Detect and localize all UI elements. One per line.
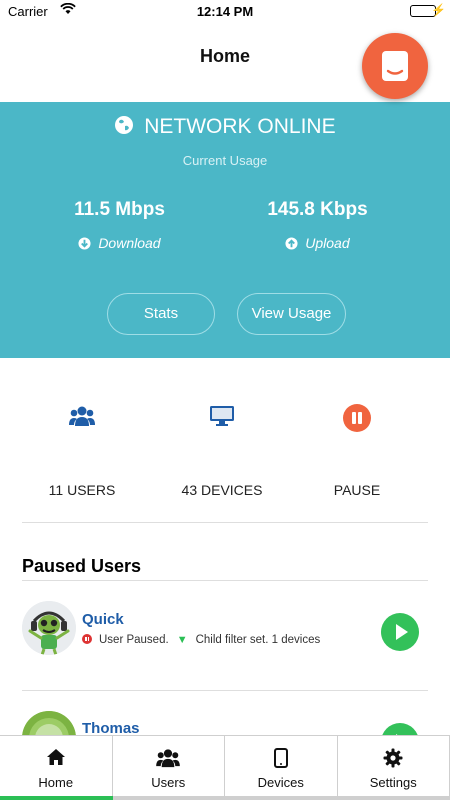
users-shortcut[interactable]: 11 USERS xyxy=(7,405,157,498)
tab-settings[interactable]: Settings xyxy=(338,736,450,800)
tab-label: Settings xyxy=(369,775,417,790)
tab-label: Devices xyxy=(257,775,304,790)
tab-users[interactable]: Users xyxy=(113,736,225,800)
stats-button[interactable]: Stats xyxy=(107,293,215,335)
resume-button[interactable] xyxy=(381,613,419,651)
list-item[interactable]: Quick User Paused. ▼ Child filter set. 1 d… xyxy=(0,581,450,691)
network-status-panel: NETWORK ONLINE Current Usage 11.5 Mbps D… xyxy=(0,102,450,358)
upload-label-row: Upload xyxy=(205,235,430,251)
upload-value: 145.8 Kbps xyxy=(267,199,368,220)
upload-metric: 145.8 Kbps Upload xyxy=(205,199,430,251)
pause-label: PAUSE xyxy=(333,482,381,498)
network-status: NETWORK ONLINE xyxy=(0,115,450,139)
active-tab-indicator xyxy=(0,796,113,800)
tablet-icon xyxy=(273,748,288,768)
globe-icon xyxy=(115,116,134,134)
tab-label: Home xyxy=(38,775,74,790)
paused-users-title: Paused Users xyxy=(22,556,142,576)
download-value: 11.5 Mbps xyxy=(74,199,165,220)
chat-icon xyxy=(382,51,408,81)
pause-all-button[interactable]: PAUSE xyxy=(282,404,432,498)
download-label-row: Download xyxy=(7,235,232,251)
download-metric: 11.5 Mbps Download xyxy=(7,199,232,251)
download-icon xyxy=(78,237,91,250)
user-status: User Paused. xyxy=(99,634,169,646)
tab-devices[interactable]: Devices xyxy=(225,736,338,800)
pause-icon xyxy=(343,404,371,432)
download-label: Download xyxy=(98,235,161,251)
avatar xyxy=(22,601,76,655)
users-count: 11 USERS xyxy=(48,482,116,498)
users-icon xyxy=(69,406,95,426)
home-icon xyxy=(46,749,65,765)
divider xyxy=(22,522,428,523)
users-icon xyxy=(156,749,181,768)
tab-bar: Home Users Devices Settings xyxy=(0,735,450,800)
upload-label: Upload xyxy=(305,235,350,251)
view-usage-button[interactable]: View Usage xyxy=(237,293,346,335)
filter-icon: ▼ xyxy=(176,634,188,646)
user-name[interactable]: Quick xyxy=(82,611,124,628)
upload-icon xyxy=(285,237,298,250)
tab-home[interactable]: Home xyxy=(0,736,113,800)
monitor-icon xyxy=(210,406,234,426)
user-filter-status: Child filter set. 1 devices xyxy=(195,634,321,646)
user-status-line: User Paused. ▼ Child filter set. 1 devices xyxy=(82,634,320,646)
chat-button[interactable] xyxy=(362,33,428,99)
quick-actions: 11 USERS 43 DEVICES PAUSE xyxy=(0,358,450,522)
network-status-text: NETWORK ONLINE xyxy=(144,115,336,138)
devices-shortcut[interactable]: 43 DEVICES xyxy=(147,405,297,498)
clock: 12:14 PM xyxy=(196,4,254,19)
usage-caption: Current Usage xyxy=(182,153,268,168)
paused-status-icon xyxy=(82,634,92,644)
devices-count: 43 DEVICES xyxy=(181,482,263,498)
tab-label: Users xyxy=(151,775,186,790)
tab-indicator-track xyxy=(112,796,450,800)
status-bar: Carrier 12:14 PM ⚡ xyxy=(0,0,450,22)
gear-icon xyxy=(383,748,403,768)
charging-icon: ⚡ xyxy=(431,3,446,17)
